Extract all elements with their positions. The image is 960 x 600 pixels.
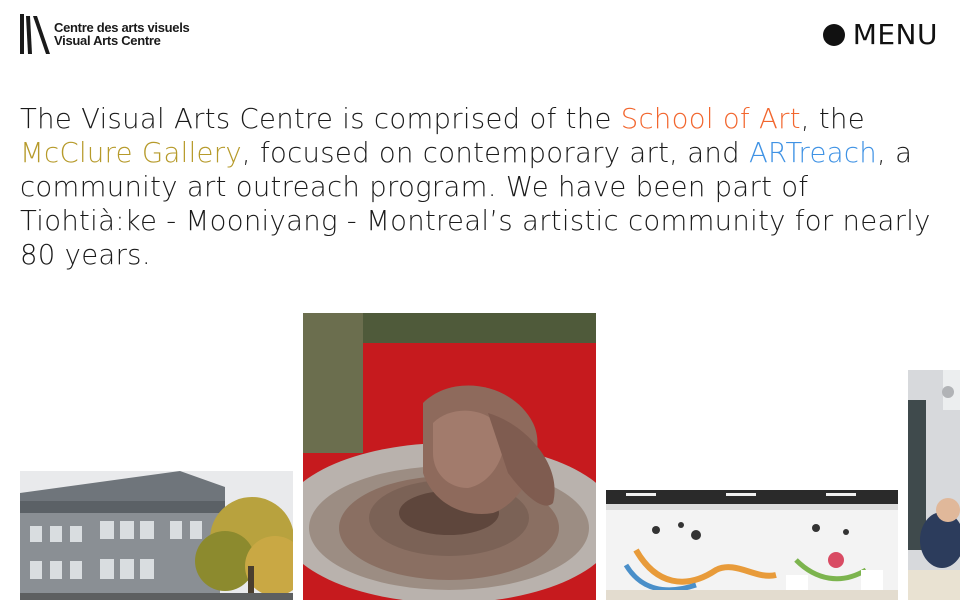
menu-label: MENU (852, 18, 938, 51)
mcclure-gallery-link[interactable]: McClure Gallery (20, 137, 242, 169)
intro-paragraph: The Visual Arts Centre is comprised of t… (20, 102, 950, 272)
logo-mark-icon (20, 14, 50, 54)
menu-dot-icon (822, 24, 845, 46)
site-logo[interactable]: Centre des arts visuels Visual Arts Cent… (20, 14, 190, 54)
logo-line-english: Visual Arts Centre (54, 33, 161, 48)
intro-text-1: The Visual Arts Centre is comprised of t… (20, 103, 621, 135)
classroom-photo[interactable] (908, 370, 960, 600)
building-photo[interactable] (20, 471, 293, 600)
artreach-link[interactable]: ARTreach (749, 137, 877, 169)
gallery-exhibition-photo[interactable] (606, 490, 898, 600)
intro-text-2: , the (800, 103, 865, 135)
school-of-art-link[interactable]: School of Art (621, 103, 801, 135)
logo-text: Centre des arts visuels Visual Arts Cent… (54, 21, 190, 48)
pottery-wheel-photo[interactable] (303, 313, 596, 600)
intro-text-3: , focused on contemporary art, and (241, 137, 749, 169)
menu-button[interactable]: MENU (822, 18, 938, 51)
